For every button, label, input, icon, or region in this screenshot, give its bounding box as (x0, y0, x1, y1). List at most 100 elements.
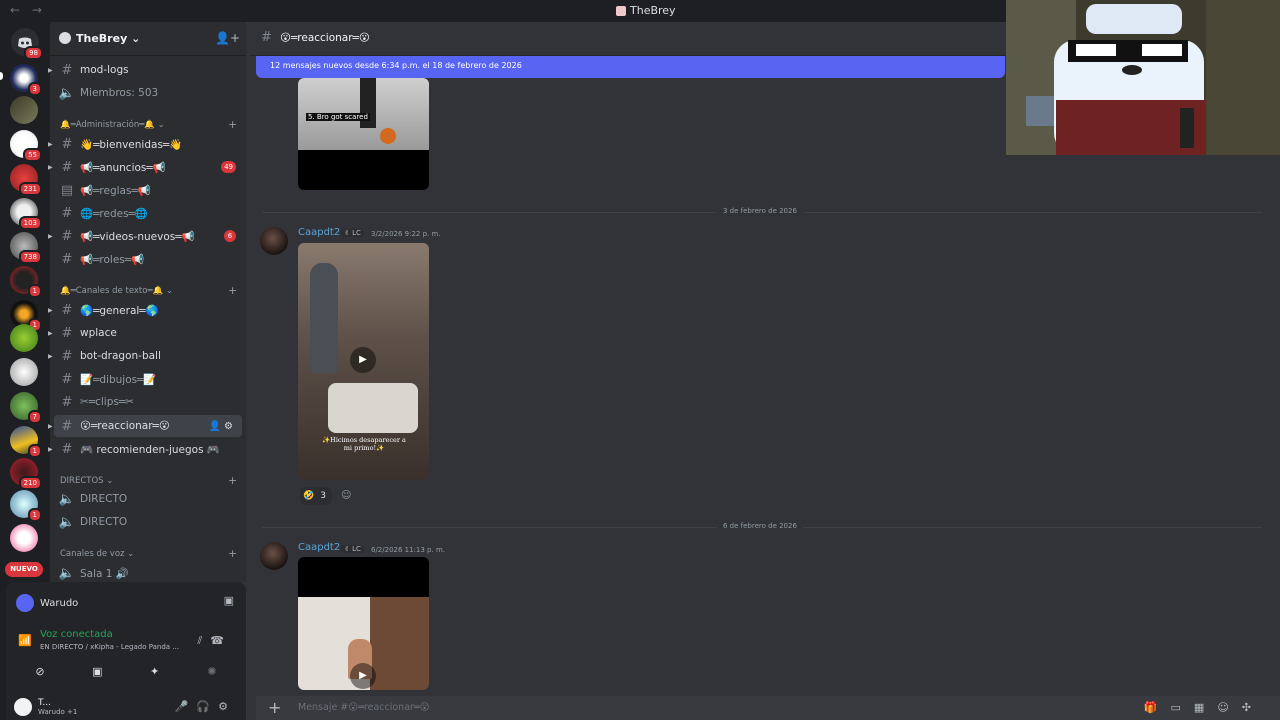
channel-general[interactable]: ▶ # 🌎═general═🌎 (48, 299, 242, 321)
video-attachment[interactable]: 5. Bro got scared (298, 78, 429, 190)
new-badge[interactable]: NUEVO (5, 562, 43, 577)
reaction-pill[interactable]: 🤣 3 (300, 487, 332, 505)
avatar[interactable] (260, 227, 288, 255)
voice-channel-sala-1[interactable]: 🔈 Sala 1 🔊 (54, 562, 242, 584)
server-icon[interactable]: 210 (10, 458, 42, 490)
channel-mod-logs[interactable]: ▶ # mod-logs (48, 59, 242, 81)
server-icon[interactable] (10, 96, 38, 124)
webcam-avatar-image (1006, 0, 1280, 155)
voice-status[interactable]: Voz conectada (40, 629, 113, 640)
gif-icon: ▭ (1170, 701, 1194, 714)
category-label: DIRECTOS (60, 476, 104, 486)
message-author[interactable]: Caapdt2 (298, 227, 340, 238)
guild-tag[interactable]: ✌ LC (341, 229, 364, 237)
new-messages-text: 12 mensajes nuevos desde 6:34 p.m. el 18… (270, 61, 522, 70)
user-controls[interactable]: 🎤🎧⚙ (175, 700, 236, 713)
user-status: Warudo +1 (38, 707, 78, 716)
server-icon[interactable]: 738 (10, 232, 42, 264)
message-author[interactable]: Caapdt2 (298, 542, 340, 553)
voice-channel-directo[interactable]: 🔈 DIRECTO (54, 511, 242, 533)
video-attachment[interactable]: ▶ (298, 557, 429, 690)
channel-anuncios[interactable]: ▶ # 📢═anuncios═📢 49 (48, 156, 242, 178)
stream-user[interactable]: Warudo (16, 594, 78, 612)
channel-recomienden-juegos[interactable]: ▶ # 🎮 recomienden-juegos 🎮 (48, 438, 242, 460)
video-attachment[interactable]: ▶ ✨Hicimos desaparecer a mi primo!✨ (298, 243, 429, 480)
noise-suppression-icon: ⫽ (197, 634, 211, 647)
play-icon[interactable]: ▶ (350, 347, 376, 373)
message-composer: + Mensaje #😮═reaccionar═😮 🎁▭▦☺✣ (256, 696, 1280, 720)
server-guild-icon (59, 32, 71, 44)
server-icon[interactable]: 55 (10, 130, 42, 162)
server-icon[interactable]: 103 (10, 198, 42, 230)
new-messages-bar[interactable]: 12 mensajes nuevos desde 6:34 p.m. el 18… (256, 56, 1005, 78)
apps-icon: ✣ (1241, 701, 1264, 714)
channel-reaccionar[interactable]: ▶ # 😮═reaccionar═😮 👤⚙ (48, 415, 242, 437)
activities-icon[interactable]: ✦ (133, 660, 177, 682)
camera-off-icon[interactable]: ⊘ (18, 660, 62, 682)
channel-roles[interactable]: # 📢═roles═📢 (54, 248, 242, 270)
channel-redes[interactable]: # 🌐═redes═🌐 (54, 202, 242, 224)
speaker-icon: 🔈 (58, 85, 76, 101)
server-icon[interactable] (10, 358, 38, 386)
mic-muted-icon: 🎤 (174, 700, 197, 713)
server-icon[interactable] (10, 324, 38, 352)
unread-badge: 1 (27, 284, 42, 298)
server-icon[interactable]: 231 (10, 164, 42, 196)
window-title: TheBrey (616, 4, 676, 17)
mention-badge: 49 (221, 161, 236, 173)
gift-icon: 🎁 (1143, 701, 1171, 714)
window-title-text: TheBrey (630, 4, 676, 17)
server-icon[interactable] (10, 524, 38, 552)
server-icon[interactable]: 3 (10, 64, 42, 96)
category-voice[interactable]: Canales de voz ⌄ + (60, 547, 237, 560)
add-channel-icon[interactable]: + (228, 118, 237, 131)
text-channel-icon: # (61, 302, 73, 318)
channel-dibujos[interactable]: # 📝═dibujos═📝 (54, 368, 242, 390)
stream-user-name: Warudo (40, 597, 79, 609)
text-channel-icon: # (61, 394, 73, 410)
server-icon[interactable]: 1 (10, 266, 42, 298)
category-direct[interactable]: DIRECTOS ⌄ + (60, 474, 237, 487)
invite-people-icon[interactable]: 👤+ (215, 31, 240, 45)
channel-label: 🌐═redes═🌐 (80, 207, 148, 220)
current-user[interactable]: T... Warudo +1 (14, 698, 77, 716)
add-reaction-icon[interactable]: ☺ (341, 490, 351, 501)
channel-clips[interactable]: # ✂═clips═✂ (54, 391, 242, 413)
channel-label: 📢═anuncios═📢 (80, 161, 166, 174)
screen-share-button[interactable]: ▣ (75, 660, 119, 682)
add-channel-icon[interactable]: + (228, 474, 237, 487)
category-text[interactable]: 🔔═Canales de texto═🔔 ⌄ + (60, 284, 237, 297)
channel-bienvenidas[interactable]: ▶ # 👋═bienvenidas═👋 (48, 133, 242, 155)
deafen-icon: 🎧 (196, 700, 219, 713)
server-icon[interactable]: 1 (10, 426, 42, 458)
guild-tag[interactable]: ✌ LC (341, 545, 364, 553)
server-name: TheBrey ⌄ (76, 32, 141, 45)
composer-tools[interactable]: 🎁▭▦☺✣ (1144, 701, 1264, 714)
speaker-icon: 🔈 (58, 491, 76, 507)
channel-bot-dragon-ball[interactable]: ▶ # bot-dragon-ball (48, 345, 242, 367)
play-icon[interactable]: ▶ (350, 663, 376, 689)
avatar[interactable] (260, 542, 288, 570)
channel-wplace[interactable]: ▶ # wplace (48, 322, 242, 344)
channel-sidebar: TheBrey ⌄ 👤+ ▶ # mod-logs 🔈 Miembros: 503 🔔… (48, 22, 246, 584)
add-channel-icon[interactable]: + (228, 284, 237, 297)
direct-messages-icon[interactable]: 98 (11, 28, 43, 60)
voice-channel-directo[interactable]: 🔈 DIRECTO (54, 488, 242, 510)
channel-videos-nuevos[interactable]: ▶ # 📢═videos-nuevos═📢 6 (48, 225, 242, 247)
screen-share-icon[interactable]: ▣ (224, 594, 234, 607)
voice-controls[interactable]: ⫽☎ (197, 634, 232, 648)
server-header[interactable]: TheBrey ⌄ 👤+ (50, 22, 246, 56)
soundboard-icon[interactable]: ✺ (190, 660, 234, 682)
text-channel-icon: # (261, 30, 272, 45)
history-nav[interactable]: ← → (10, 3, 46, 17)
channel-reglas[interactable]: ▤ 📢═reglas═📢 (54, 179, 242, 201)
voice-channel-sub: EN DIRECTO / xKipha - Legado Panda ... (40, 643, 179, 651)
attach-plus-icon[interactable]: + (268, 698, 281, 717)
server-icon[interactable]: 1 (10, 490, 42, 522)
add-channel-icon[interactable]: + (228, 547, 237, 560)
channel-settings-icon[interactable]: 👤⚙ (209, 421, 236, 432)
message-input[interactable]: Mensaje #😮═reaccionar═😮 (298, 702, 430, 713)
server-icon[interactable]: 7 (10, 392, 42, 424)
channel-members[interactable]: 🔈 Miembros: 503 (54, 82, 242, 104)
category-admin[interactable]: 🔔═Administración═🔔 ⌄ + (60, 118, 237, 131)
